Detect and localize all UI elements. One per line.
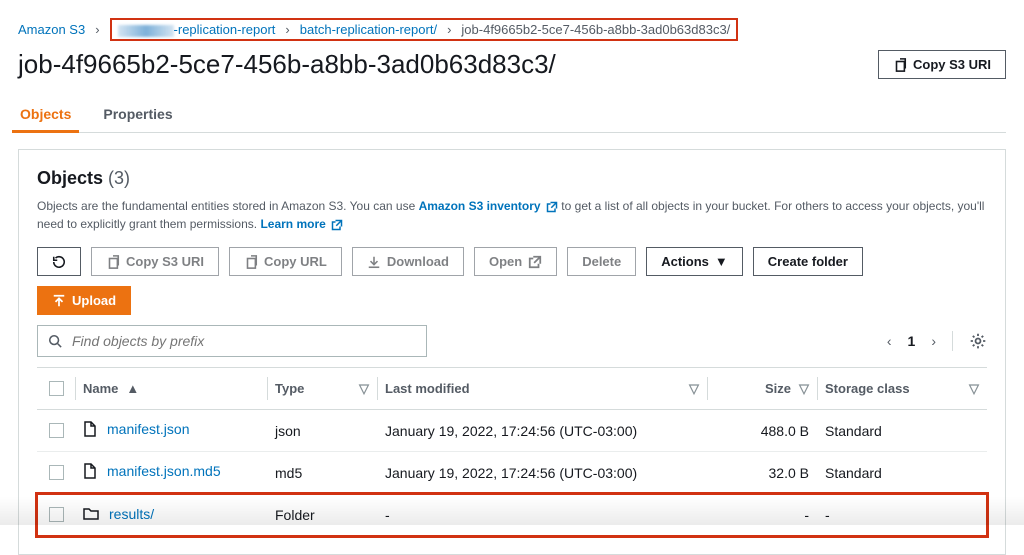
breadcrumb-bucket[interactable]: -replication-report [118,22,276,37]
redacted-bucket-prefix [118,25,174,37]
upload-icon [52,294,66,308]
download-button[interactable]: Download [352,247,464,276]
cell-last-modified: - [377,494,707,536]
cell-storage-class: Standard [817,410,987,452]
panel-description: Objects are the fundamental entities sto… [37,197,987,233]
table-row: results/Folder--- [37,494,987,536]
inventory-link[interactable]: Amazon S3 inventory [419,199,562,213]
chevron-right-icon: › [447,22,451,37]
sort-indicator-icon: ▽ [359,381,369,397]
cell-size: 32.0 B [707,452,817,494]
search-input[interactable] [70,332,416,350]
select-all-checkbox[interactable] [49,381,64,396]
cell-size: 488.0 B [707,410,817,452]
chevron-right-icon: › [95,22,99,37]
chevron-right-icon: › [285,22,289,37]
objects-panel: Objects (3) Objects are the fundamental … [18,149,1006,555]
row-checkbox[interactable] [49,423,64,438]
objects-table: Name▲ Type▽ Last modified▽ Size▽ Storage… [37,367,987,536]
sort-indicator-icon: ▽ [799,381,809,396]
sort-indicator-icon: ▽ [689,381,699,397]
cell-last-modified: January 19, 2022, 17:24:56 (UTC-03:00) [377,452,707,494]
object-name-link[interactable]: results/ [109,506,154,522]
copy-icon [244,255,258,269]
file-icon [83,421,97,437]
create-folder-button[interactable]: Create folder [753,247,863,276]
tab-properties[interactable]: Properties [101,96,174,132]
copy-icon [893,58,907,72]
actions-menu-button[interactable]: Actions ▼ [646,247,743,276]
open-button[interactable]: Open [474,247,557,276]
breadcrumb-folder[interactable]: batch-replication-report/ [300,22,437,37]
object-name-link[interactable]: manifest.json [107,421,189,437]
sort-indicator-icon: ▽ [969,381,979,397]
page-title: job-4f9665b2-5ce7-456b-a8bb-3ad0b63d83c3… [18,49,556,80]
col-type[interactable]: Type▽ [267,368,377,410]
col-storage-class[interactable]: Storage class▽ [817,368,987,410]
cell-type: md5 [267,452,377,494]
breadcrumb: Amazon S3 › -replication-report › batch-… [18,18,1006,41]
prev-page-button[interactable]: ‹ [887,333,892,349]
learn-more-link[interactable]: Learn more [260,217,343,231]
sort-asc-icon: ▲ [126,381,139,396]
pagination: ‹ 1 › [887,331,987,351]
search-box[interactable] [37,325,427,357]
external-link-icon [528,255,542,269]
gear-icon [969,332,987,350]
cell-type: Folder [267,494,377,536]
toolbar: Copy S3 URI Copy URL Download Open Delet… [37,247,987,276]
caret-down-icon: ▼ [715,254,728,269]
tab-objects[interactable]: Objects [18,96,73,132]
breadcrumb-highlight-box: -replication-report › batch-replication-… [110,18,739,41]
external-link-icon [546,201,558,213]
settings-button[interactable] [969,332,987,350]
col-size[interactable]: Size▽ [707,368,817,410]
breadcrumb-current: job-4f9665b2-5ce7-456b-a8bb-3ad0b63d83c3… [461,22,730,37]
panel-heading: Objects (3) [37,168,987,189]
table-row: manifest.json.md5 md5January 19, 2022, 17… [37,452,987,494]
cell-type: json [267,410,377,452]
cell-size: - [707,494,817,536]
cell-storage-class: - [817,494,987,536]
breadcrumb-root[interactable]: Amazon S3 [18,22,85,37]
cell-storage-class: Standard [817,452,987,494]
object-name-link[interactable]: manifest.json.md5 [107,463,221,479]
download-icon [367,255,381,269]
next-page-button[interactable]: › [931,333,936,349]
folder-icon [83,507,99,521]
copy-icon [106,255,120,269]
page-number: 1 [908,333,916,349]
tabs: Objects Properties [18,96,1006,133]
copy-s3-uri-button-tb[interactable]: Copy S3 URI [91,247,219,276]
cell-last-modified: January 19, 2022, 17:24:56 (UTC-03:00) [377,410,707,452]
table-row: manifest.json jsonJanuary 19, 2022, 17:24… [37,410,987,452]
copy-url-button[interactable]: Copy URL [229,247,342,276]
row-checkbox[interactable] [49,465,64,480]
external-link-icon [331,219,343,231]
copy-s3-uri-button[interactable]: Copy S3 URI [878,50,1006,79]
file-icon [83,463,97,479]
refresh-icon [52,255,66,269]
col-name[interactable]: Name▲ [75,368,267,410]
refresh-button[interactable] [37,247,81,276]
search-icon [48,334,62,348]
delete-button[interactable]: Delete [567,247,636,276]
row-checkbox[interactable] [49,507,64,522]
col-last-modified[interactable]: Last modified▽ [377,368,707,410]
upload-button[interactable]: Upload [37,286,131,315]
